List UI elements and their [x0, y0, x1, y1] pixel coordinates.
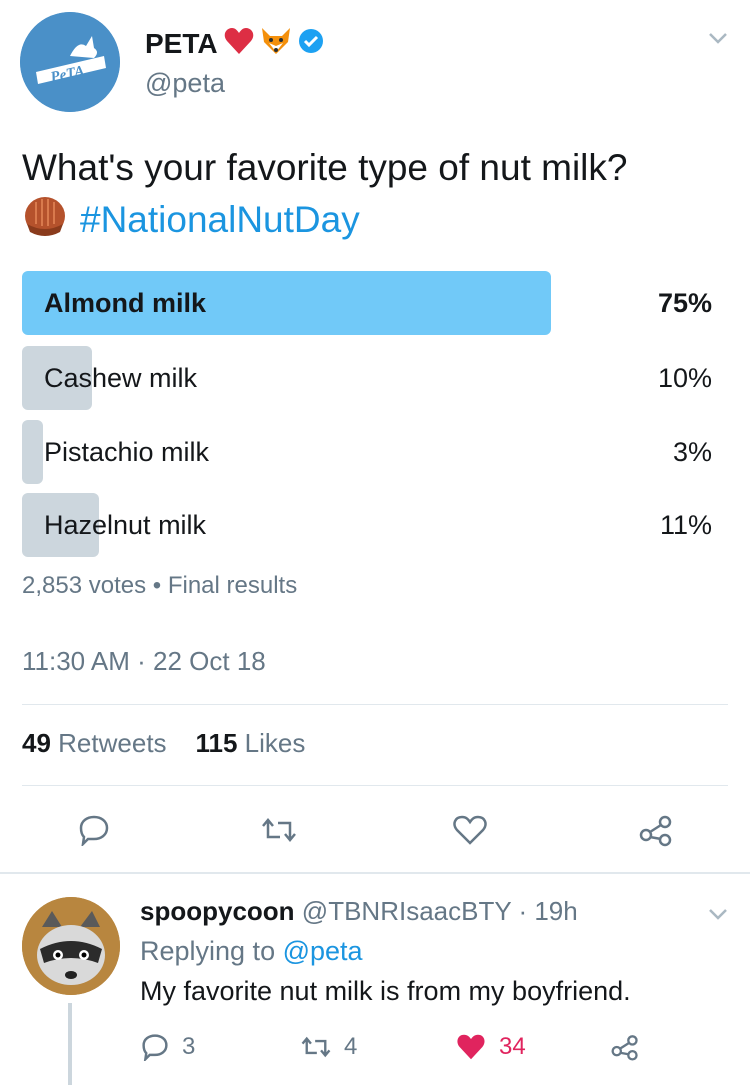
- share-icon: [639, 815, 672, 847]
- verified-badge-icon: [298, 28, 324, 59]
- section-separator: [0, 872, 750, 874]
- replying-mention[interactable]: @peta: [283, 936, 363, 966]
- poll-option-percent: 10%: [657, 363, 712, 393]
- reply-text: My favorite nut milk is from my boyfrien…: [140, 976, 631, 1006]
- reply-handle[interactable]: @TBNRIsaacBTY: [302, 896, 511, 926]
- reply-header: spoopycoon @TBNRIsaacBTY · 19h: [140, 896, 578, 927]
- tweet-question: What's your favorite type of nut milk?: [22, 147, 628, 188]
- poll-option-label: Hazelnut milk: [44, 510, 207, 540]
- reply-share-button[interactable]: [610, 1030, 640, 1064]
- poll-option-percent: 3%: [672, 437, 712, 467]
- heart-emoji-icon: [224, 27, 254, 60]
- retweet-button[interactable]: [257, 808, 301, 852]
- hashtag-link[interactable]: #NationalNutDay: [80, 199, 360, 240]
- retweet-icon: [301, 1036, 331, 1058]
- chevron-down-icon[interactable]: [704, 904, 732, 924]
- share-icon: [611, 1035, 638, 1061]
- chevron-down-icon[interactable]: [704, 28, 732, 48]
- reply-retweet-button[interactable]: 4: [300, 1030, 357, 1064]
- poll-option-percent: 75%: [657, 288, 712, 318]
- tweet-stats: 49 Retweets 115 Likes: [22, 728, 305, 759]
- poll-option-label: Pistachio milk: [44, 437, 210, 467]
- replying-to: Replying to @peta: [140, 936, 363, 967]
- poll-option-hazelnut: Hazelnut milk 11%: [22, 493, 712, 557]
- poll-status: Final results: [167, 572, 298, 599]
- tweet-timestamp[interactable]: 11:30 AM · 22 Oct 18: [22, 646, 266, 677]
- raccoon-avatar-icon: [22, 897, 120, 995]
- poll-option-almond: Almond milk 75%: [22, 271, 712, 335]
- reply-reply-count: 3: [182, 1033, 196, 1060]
- divider: [22, 704, 728, 705]
- reply-time[interactable]: · 19h: [518, 896, 577, 926]
- reply-retweet-count: 4: [344, 1033, 358, 1060]
- peta-logo: PeTA: [20, 12, 120, 112]
- author-display-name[interactable]: PETA: [145, 28, 218, 60]
- reply-like-count: 34: [499, 1033, 526, 1060]
- like-button[interactable]: [448, 808, 492, 852]
- retweets-count: 49: [22, 728, 51, 758]
- likes-count: 115: [195, 728, 238, 758]
- poll-option-label: Cashew milk: [44, 363, 198, 393]
- reply-like-button[interactable]: 34: [455, 1030, 526, 1064]
- poll-option-percent: 11%: [659, 510, 712, 540]
- heart-filled-icon: [457, 1034, 485, 1060]
- retweet-icon: [262, 818, 296, 842]
- poll-meta-separator: •: [152, 572, 162, 599]
- poll-option-cashew: Cashew milk 10%: [22, 346, 712, 410]
- reply-button[interactable]: [72, 808, 116, 852]
- reply-icon: [79, 815, 109, 846]
- divider: [22, 785, 728, 786]
- tweet-text: What's your favorite type of nut milk? #…: [22, 142, 732, 246]
- chestnut-emoji-icon: [22, 194, 68, 240]
- reply-icon: [142, 1034, 168, 1061]
- thread-line: [68, 1003, 72, 1085]
- reply-avatar[interactable]: [22, 897, 120, 995]
- author-avatar[interactable]: PeTA: [20, 12, 120, 112]
- likes-stat[interactable]: 115 Likes: [195, 728, 305, 758]
- poll-bar-pistachio: [22, 420, 43, 484]
- poll-option-label: Almond milk: [44, 288, 207, 318]
- poll-votes: 2,853 votes: [22, 572, 147, 599]
- share-button[interactable]: [634, 808, 678, 852]
- retweets-stat[interactable]: 49 Retweets: [22, 728, 167, 758]
- author-handle[interactable]: @peta: [145, 68, 225, 99]
- likes-label: Likes: [244, 728, 306, 758]
- replying-prefix: Replying to: [140, 936, 276, 966]
- poll-option-pistachio: Pistachio milk 3%: [22, 420, 712, 484]
- author-name-row: PETA: [145, 26, 324, 61]
- reply-reply-button[interactable]: 3: [140, 1030, 195, 1064]
- retweets-label: Retweets: [58, 728, 167, 758]
- reply-display-name[interactable]: spoopycoon: [140, 896, 295, 926]
- poll-meta: 2,853 votes • Final results: [22, 572, 297, 600]
- like-icon: [453, 815, 487, 845]
- fox-emoji-icon: [260, 26, 292, 61]
